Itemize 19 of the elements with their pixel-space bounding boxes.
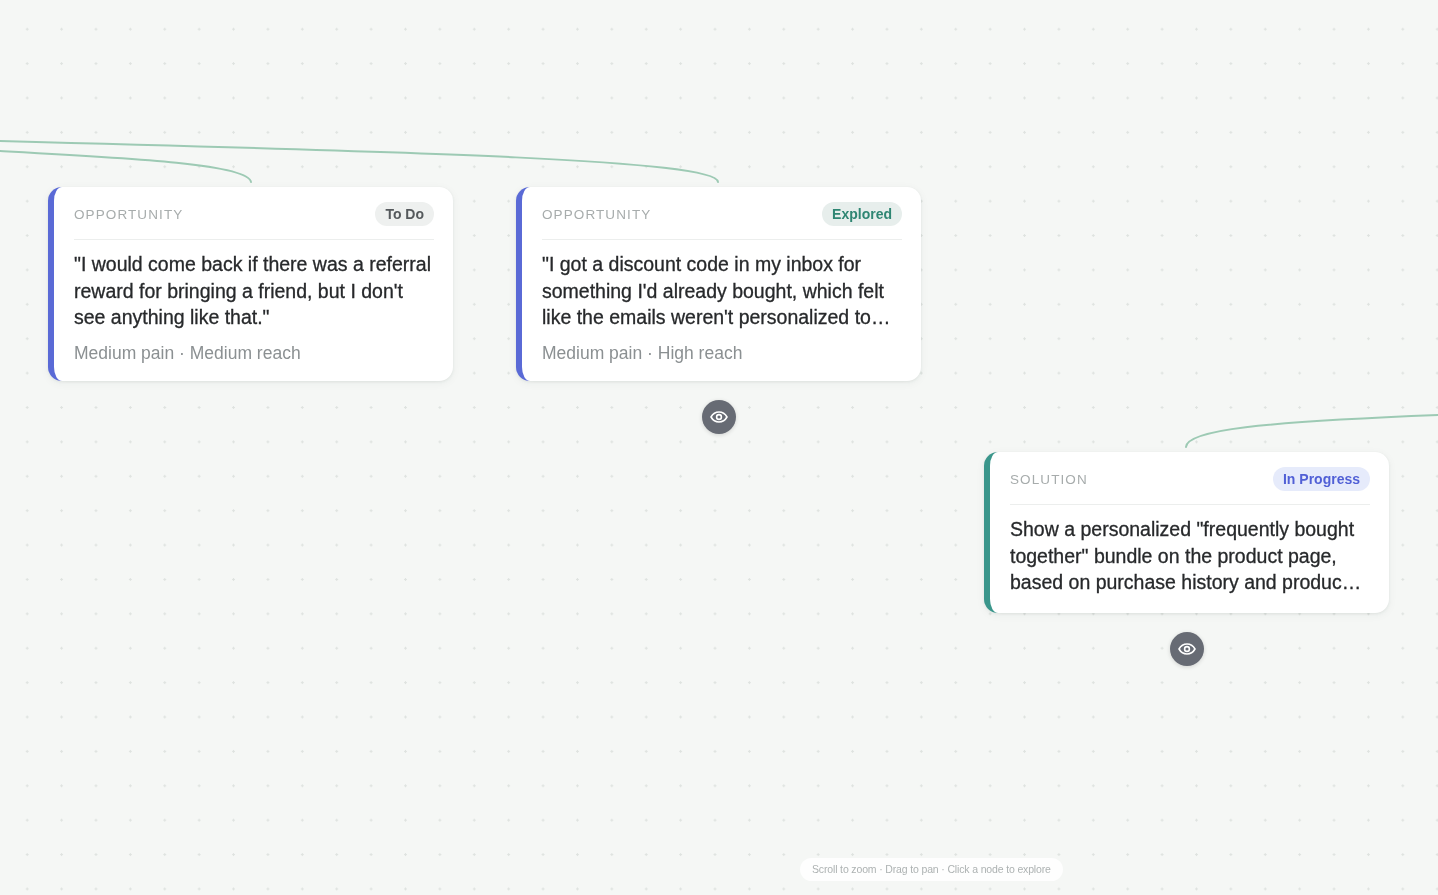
status-badge: To Do — [375, 202, 434, 226]
status-badge: Explored — [822, 202, 902, 226]
eye-button[interactable] — [701, 399, 736, 434]
node-text: Show a personalized "frequently bought together" bundle on the product page, based on purchase history and produc… — [1010, 517, 1363, 595]
node-type-label: OPPORTUNITY — [542, 206, 652, 222]
status-badge: In Progress — [1272, 467, 1370, 491]
node-card[interactable]: SOLUTION In Progress Show a personalized "frequently bought together" bundle on the product page, based on purchase history and produc… — [984, 452, 1389, 613]
node-text: "I would come back if there was a referral reward for bringing a friend, but I don't see anything like that." — [74, 252, 432, 330]
node-meta: Medium pain · High reach — [542, 341, 744, 364]
node-type-label: SOLUTION — [1010, 471, 1088, 487]
eye-button[interactable] — [1169, 631, 1204, 666]
node-meta: Medium pain · Medium reach — [74, 341, 302, 364]
eye-icon — [1177, 642, 1196, 655]
eye-icon — [709, 410, 728, 423]
node-card[interactable]: OPPORTUNITY To Do "I would come back if there was a referral reward for bringing a friend, but I don't see anything like that." Medium pain · Medium reach — [48, 187, 453, 381]
node-type-label: OPPORTUNITY — [74, 206, 184, 222]
hint-bar: Scroll to zoom · Drag to pan · Click a node to explore — [800, 858, 1063, 881]
node-card[interactable]: OPPORTUNITY Explored "I got a discount code in my inbox for something I'd already bought, which felt like the emails weren't personalized to… Medium pain · High reach — [516, 187, 921, 381]
node-text: "I got a discount code in my inbox for something I'd already bought, which felt like the emails weren't personalized to… — [542, 252, 892, 330]
